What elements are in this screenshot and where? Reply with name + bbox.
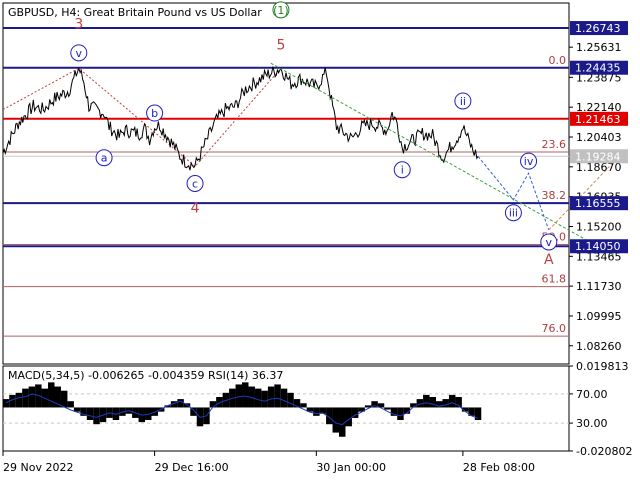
level-price-label: 1.16555 <box>575 197 621 210</box>
wave-label: v <box>546 236 553 249</box>
wave-label: (1) <box>273 4 289 17</box>
macd-histogram-bar <box>429 397 437 408</box>
price-axis-tick-label: 1.11730 <box>576 280 622 293</box>
fib-level-label: 76.0 <box>542 322 567 335</box>
macd-histogram-bar <box>15 392 23 408</box>
indicator-axis-tick-label: 30.00 <box>576 417 608 430</box>
indicator-axis-tick-label: 0.019813 <box>576 360 629 373</box>
macd-histogram-bar <box>423 394 430 408</box>
wave-label: ii <box>460 95 466 108</box>
macd-histogram-bar <box>2 399 10 408</box>
macd-histogram-bar <box>67 401 74 408</box>
macd-histogram-bar <box>267 386 275 408</box>
macd-histogram-bar <box>384 407 391 410</box>
level-price-label: 1.26743 <box>575 22 621 35</box>
fib-level-label: 38.2 <box>542 189 567 202</box>
macd-histogram-bar <box>254 388 262 408</box>
current-price-label: 1.19284 <box>575 150 621 163</box>
macd-histogram-bar <box>397 407 404 421</box>
gbpusd-h4-chart: 0.023.638.250.061.876.0 3vabc4(1)5iiiiii… <box>0 0 640 480</box>
wave-label: iii <box>509 207 518 220</box>
wave-label: 5 <box>276 37 285 53</box>
macd-histogram-bar <box>300 403 307 408</box>
macd-histogram-bar <box>345 407 352 427</box>
price-axis-tick-label: 1.09995 <box>576 310 622 323</box>
macd-histogram-bar <box>274 384 281 408</box>
wave-label: iv <box>524 155 534 168</box>
macd-histogram-bar <box>28 386 36 408</box>
level-price-label: 1.21463 <box>575 113 621 126</box>
fib-level-label: 23.6 <box>542 138 567 151</box>
chart-title: GBPUSD, H4: Great Britain Pound vs US Do… <box>8 6 262 19</box>
price-axis-tick-label: 1.25631 <box>576 41 622 54</box>
wave-label: b <box>151 107 158 120</box>
wave-label: c <box>192 178 198 191</box>
fib-level-label: 61.8 <box>542 273 567 286</box>
indicator-label: MACD(5,34,5) -0.006265 -0.004359 RSI(14)… <box>8 369 283 382</box>
macd-histogram-bar <box>48 382 55 408</box>
level-price-label: 1.14050 <box>575 240 621 253</box>
wave-label: v <box>76 47 83 60</box>
wave-label: 3 <box>74 17 83 33</box>
macd-histogram-bar <box>261 390 268 408</box>
macd-histogram-bar <box>280 388 288 408</box>
price-axis-tick-label: 1.20403 <box>576 131 622 144</box>
time-axis-tick-label: 29 Dec 16:00 <box>155 461 229 474</box>
macd-histogram-bar <box>442 399 449 408</box>
wave-label: A <box>544 252 554 268</box>
time-axis-tick-label: 30 Jan 00:00 <box>316 461 386 474</box>
macd-histogram-bar <box>287 392 294 408</box>
wave-label: i <box>401 164 404 177</box>
time-axis-tick-label: 29 Nov 2022 <box>3 461 73 474</box>
macd-histogram-bar <box>332 407 340 433</box>
macd-histogram-bar <box>242 382 249 408</box>
wave-label: 4 <box>191 201 200 217</box>
macd-histogram-bar <box>448 394 456 408</box>
indicator-axis-tick-label: 70.00 <box>576 388 608 401</box>
price-axis-tick-label: 1.15200 <box>576 220 622 233</box>
level-price-label: 1.24435 <box>575 62 621 75</box>
time-axis-tick-label: 28 Feb 08:00 <box>463 461 535 474</box>
indicator-axis-tick-label: -0.020802 <box>576 445 632 458</box>
macd-histogram-bar <box>177 399 184 408</box>
macd-histogram-bar <box>93 407 100 425</box>
fib-level-label: 0.0 <box>549 54 567 67</box>
macd-histogram-bar <box>60 390 68 408</box>
wave-label: a <box>101 152 108 165</box>
price-axis-tick-label: 1.08260 <box>576 340 622 353</box>
macd-histogram-bar <box>22 388 29 408</box>
macd-histogram-bar <box>86 407 94 421</box>
macd-histogram-bar <box>235 384 243 408</box>
macd-histogram-bar <box>313 407 320 416</box>
